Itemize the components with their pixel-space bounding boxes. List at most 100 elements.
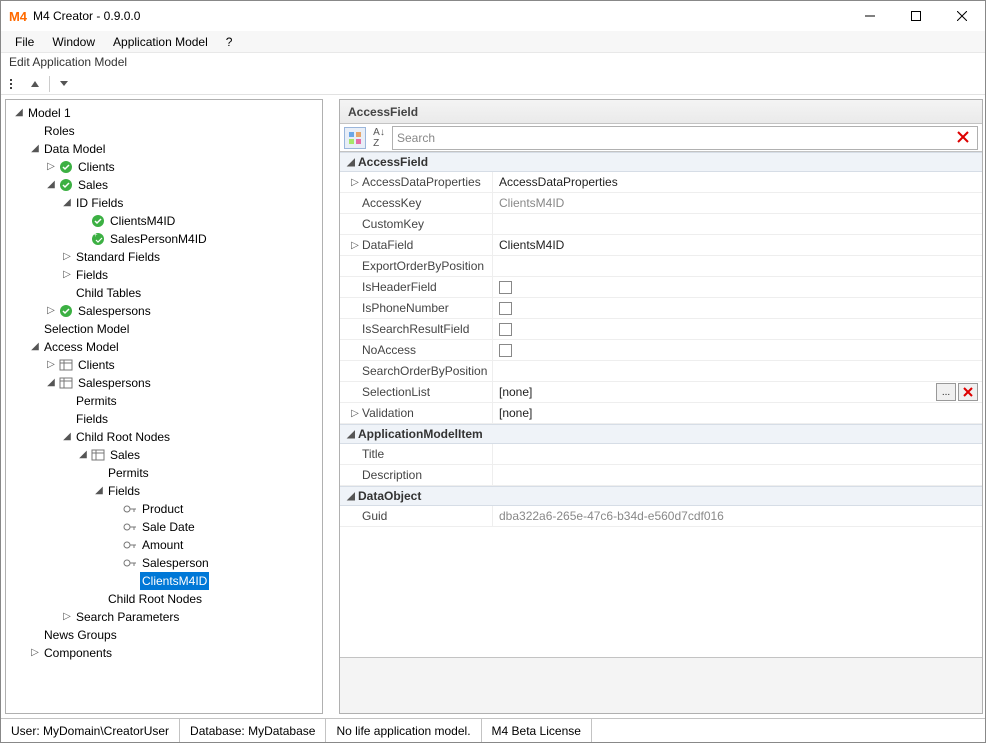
key-icon bbox=[122, 501, 138, 517]
key-icon bbox=[122, 537, 138, 553]
property-search-input[interactable] bbox=[397, 131, 953, 145]
tree-node-salespersons[interactable]: ▷Salespersons bbox=[8, 302, 320, 320]
tree-node-salesperson-m4id[interactable]: +SalesPersonM4ID bbox=[8, 230, 320, 248]
menu-application-model[interactable]: Application Model bbox=[105, 33, 216, 51]
prop-is-header-field[interactable]: IsHeaderField bbox=[340, 277, 982, 298]
tree-node-standard-fields[interactable]: ▷Standard Fields bbox=[8, 248, 320, 266]
close-icon bbox=[957, 11, 967, 21]
tree-node-access-clients[interactable]: ▷Clients bbox=[8, 356, 320, 374]
up-arrow-icon bbox=[30, 79, 40, 89]
tree-node-sales2[interactable]: ◢Sales bbox=[8, 446, 320, 464]
property-description-panel bbox=[340, 657, 982, 713]
menu-file[interactable]: File bbox=[7, 33, 42, 51]
close-button[interactable] bbox=[939, 1, 985, 31]
tree-node-id-fields[interactable]: ◢ID Fields bbox=[8, 194, 320, 212]
tree-node-selection-model[interactable]: Selection Model bbox=[8, 320, 320, 338]
clear-value-button[interactable] bbox=[958, 383, 978, 401]
table-icon bbox=[58, 375, 74, 391]
toolbar-dropdown-button[interactable] bbox=[54, 74, 74, 94]
document-tab[interactable]: Edit Application Model bbox=[1, 53, 985, 73]
checkbox-is-search[interactable] bbox=[499, 323, 512, 336]
prop-no-access[interactable]: NoAccess bbox=[340, 340, 982, 361]
tree-node-sale-date[interactable]: Sale Date bbox=[8, 518, 320, 536]
check-icon bbox=[58, 303, 74, 319]
tree-node-news-groups[interactable]: News Groups bbox=[8, 626, 320, 644]
menu-help[interactable]: ? bbox=[218, 33, 241, 51]
tree-node-amount[interactable]: Amount bbox=[8, 536, 320, 554]
maximize-icon bbox=[911, 11, 921, 21]
category-data-object[interactable]: ◢DataObject bbox=[340, 486, 982, 506]
chevron-down-icon bbox=[60, 81, 68, 86]
prop-search-order[interactable]: SearchOrderByPosition bbox=[340, 361, 982, 382]
status-user: User: MyDomain\CreatorUser bbox=[1, 719, 180, 742]
prop-guid[interactable]: Guiddba322a6-265e-47c6-b34d-e560d7cdf016 bbox=[340, 506, 982, 527]
property-panel: AccessField A↓Z ◢AccessField ▷AccessData… bbox=[339, 99, 983, 714]
checkbox-is-header[interactable] bbox=[499, 281, 512, 294]
categorized-button[interactable] bbox=[344, 127, 366, 149]
tree-node-components[interactable]: ▷Components bbox=[8, 644, 320, 662]
ellipsis-button[interactable]: ... bbox=[936, 383, 956, 401]
tree-node-child-root-nodes[interactable]: ◢Child Root Nodes bbox=[8, 428, 320, 446]
tree-node-child-tables[interactable]: Child Tables bbox=[8, 284, 320, 302]
key-icon bbox=[122, 573, 138, 589]
menubar: File Window Application Model ? bbox=[1, 31, 985, 53]
prop-validation[interactable]: ▷Validation[none] bbox=[340, 403, 982, 424]
status-life: No life application model. bbox=[326, 719, 481, 742]
x-icon bbox=[963, 387, 973, 397]
tree-node-fields3[interactable]: ◢Fields bbox=[8, 482, 320, 500]
maximize-button[interactable] bbox=[893, 1, 939, 31]
tree-node-fields2[interactable]: Fields bbox=[8, 410, 320, 428]
checkbox-no-access[interactable] bbox=[499, 344, 512, 357]
tree-node-clients-m4id-selected[interactable]: ClientsM4ID bbox=[8, 572, 320, 590]
app-icon: M4 bbox=[9, 8, 27, 24]
toolbar-up-button[interactable] bbox=[25, 74, 45, 94]
category-access-field[interactable]: ◢AccessField bbox=[340, 152, 982, 172]
x-icon bbox=[957, 131, 969, 143]
prop-access-key[interactable]: AccessKeyClientsM4ID bbox=[340, 193, 982, 214]
category-application-model-item[interactable]: ◢ApplicationModelItem bbox=[340, 424, 982, 444]
menu-window[interactable]: Window bbox=[44, 33, 103, 51]
tree-node-fields[interactable]: ▷Fields bbox=[8, 266, 320, 284]
tree-node-search-parameters[interactable]: ▷Search Parameters bbox=[8, 608, 320, 626]
sort-az-icon: A↓Z bbox=[373, 127, 385, 149]
tree-node-product[interactable]: Product bbox=[8, 500, 320, 518]
splitter[interactable] bbox=[329, 99, 333, 714]
status-bar: User: MyDomain\CreatorUser Database: MyD… bbox=[1, 718, 985, 742]
status-database: Database: MyDatabase bbox=[180, 719, 326, 742]
property-grid[interactable]: ◢AccessField ▷AccessDataPropertiesAccess… bbox=[340, 152, 982, 657]
table-icon bbox=[58, 357, 74, 373]
property-search[interactable] bbox=[392, 126, 978, 150]
tree-node-data-model[interactable]: ◢Data Model bbox=[8, 140, 320, 158]
tree-node-access-salespersons[interactable]: ◢Salespersons bbox=[8, 374, 320, 392]
prop-selection-list[interactable]: SelectionList [none] ... bbox=[340, 382, 982, 403]
status-license: M4 Beta License bbox=[482, 719, 592, 742]
tree-node-clients[interactable]: ▷Clients bbox=[8, 158, 320, 176]
prop-description[interactable]: Description bbox=[340, 465, 982, 486]
tree-node-roles[interactable]: Roles bbox=[8, 122, 320, 140]
alphabetical-button[interactable]: A↓Z bbox=[368, 127, 390, 149]
prop-title[interactable]: Title bbox=[340, 444, 982, 465]
tree-node-permits2[interactable]: Permits bbox=[8, 464, 320, 482]
toolbar bbox=[1, 73, 985, 95]
tree-panel[interactable]: ◢Model 1 Roles ◢Data Model ▷Clients ◢Sal… bbox=[5, 99, 323, 714]
model-tree[interactable]: ◢Model 1 Roles ◢Data Model ▷Clients ◢Sal… bbox=[6, 100, 322, 666]
check-icon bbox=[58, 159, 74, 175]
tree-node-clients-m4id[interactable]: ClientsM4ID bbox=[8, 212, 320, 230]
prop-access-data-properties[interactable]: ▷AccessDataPropertiesAccessDataPropertie… bbox=[340, 172, 982, 193]
prop-data-field[interactable]: ▷DataFieldClientsM4ID bbox=[340, 235, 982, 256]
toolbar-menu-button[interactable] bbox=[5, 74, 25, 94]
prop-custom-key[interactable]: CustomKey bbox=[340, 214, 982, 235]
clear-search-button[interactable] bbox=[953, 130, 973, 146]
tree-node-sales[interactable]: ◢Sales bbox=[8, 176, 320, 194]
minimize-button[interactable] bbox=[847, 1, 893, 31]
tree-node-salesperson[interactable]: Salesperson bbox=[8, 554, 320, 572]
prop-export-order[interactable]: ExportOrderByPosition bbox=[340, 256, 982, 277]
prop-is-phone-number[interactable]: IsPhoneNumber bbox=[340, 298, 982, 319]
tree-node-child-root-nodes2[interactable]: Child Root Nodes bbox=[8, 590, 320, 608]
tree-node-permits[interactable]: Permits bbox=[8, 392, 320, 410]
property-header: AccessField bbox=[340, 100, 982, 124]
tree-node-access-model[interactable]: ◢Access Model bbox=[8, 338, 320, 356]
checkbox-is-phone[interactable] bbox=[499, 302, 512, 315]
prop-is-search-result-field[interactable]: IsSearchResultField bbox=[340, 319, 982, 340]
tree-node-model1[interactable]: ◢Model 1 bbox=[8, 104, 320, 122]
